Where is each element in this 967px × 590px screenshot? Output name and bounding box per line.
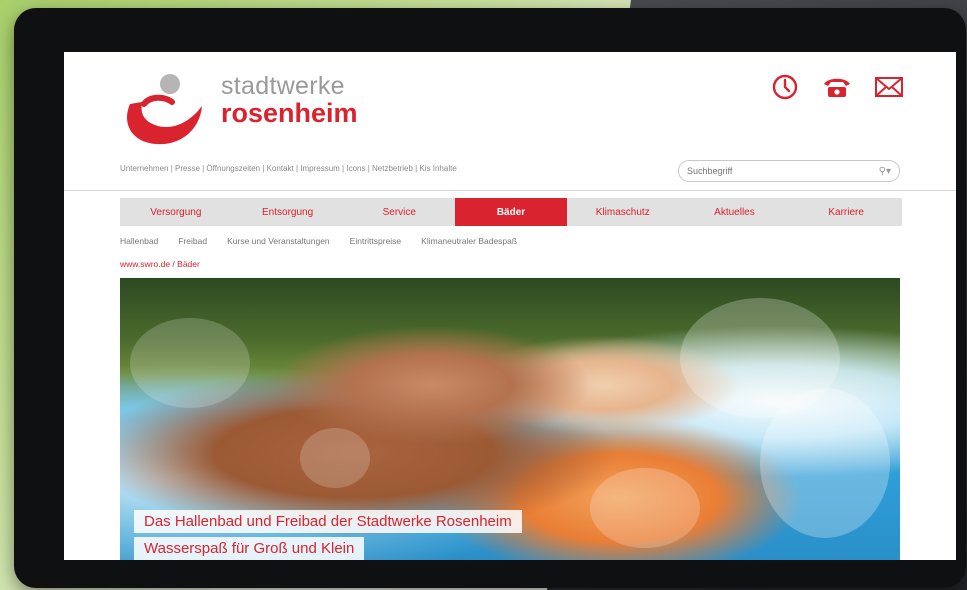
phone-icon[interactable] bbox=[822, 72, 852, 102]
water-splash bbox=[300, 428, 370, 488]
header-divider bbox=[64, 190, 956, 191]
water-splash bbox=[760, 388, 890, 538]
top-links[interactable]: Unternehmen | Presse | Öffnungszeiten | … bbox=[120, 164, 457, 173]
nav-item-klimaschutz[interactable]: Klimaschutz bbox=[567, 198, 679, 226]
subnav-item-eintrittspreise[interactable]: Eintrittspreise bbox=[350, 236, 402, 246]
search-box[interactable]: ⚲▾ bbox=[678, 160, 900, 182]
mail-icon[interactable] bbox=[874, 72, 904, 102]
subnav-item-kurse[interactable]: Kurse und Veranstaltungen bbox=[227, 236, 330, 246]
search-input[interactable] bbox=[687, 166, 879, 176]
subnav-item-badespass[interactable]: Klimaneutraler Badespaß bbox=[421, 236, 517, 246]
nav-item-karriere[interactable]: Karriere bbox=[790, 198, 902, 226]
logo-wordmark[interactable]: stadtwerke rosenheim bbox=[221, 74, 358, 127]
website-screen: stadtwerke rosenheim Unternehmen | Press… bbox=[64, 52, 956, 560]
nav-item-aktuelles[interactable]: Aktuelles bbox=[679, 198, 791, 226]
logo-line-2: rosenheim bbox=[221, 98, 358, 128]
logo-line-1: stadtwerke bbox=[221, 72, 345, 100]
hero-title: Das Hallenbad und Freibad der Stadtwerke… bbox=[134, 510, 522, 533]
water-splash bbox=[130, 318, 250, 408]
hero-caption: Das Hallenbad und Freibad der Stadtwerke… bbox=[134, 510, 522, 560]
nav-item-entsorgung[interactable]: Entsorgung bbox=[232, 198, 344, 226]
nav-item-service[interactable]: Service bbox=[343, 198, 455, 226]
water-splash bbox=[590, 468, 700, 548]
search-icon[interactable]: ⚲▾ bbox=[879, 166, 891, 177]
tablet-frame: stadtwerke rosenheim Unternehmen | Press… bbox=[14, 8, 966, 588]
stadtwerke-logo-icon[interactable] bbox=[120, 70, 206, 148]
main-nav: Versorgung Entsorgung Service Bäder Klim… bbox=[120, 198, 902, 226]
nav-item-baeder[interactable]: Bäder bbox=[455, 198, 567, 226]
sub-nav: Hallenbad Freibad Kurse und Veranstaltun… bbox=[120, 236, 517, 246]
subnav-item-freibad[interactable]: Freibad bbox=[178, 236, 207, 246]
hero-subtitle: Wasserspaß für Groß und Klein bbox=[134, 537, 365, 560]
header-icons bbox=[770, 72, 904, 102]
clock-icon[interactable] bbox=[770, 72, 800, 102]
breadcrumb[interactable]: www.swro.de / Bäder bbox=[120, 259, 200, 269]
subnav-item-hallenbad[interactable]: Hallenbad bbox=[120, 236, 158, 246]
hero-image: Das Hallenbad und Freibad der Stadtwerke… bbox=[120, 278, 900, 560]
nav-item-versorgung[interactable]: Versorgung bbox=[120, 198, 232, 226]
